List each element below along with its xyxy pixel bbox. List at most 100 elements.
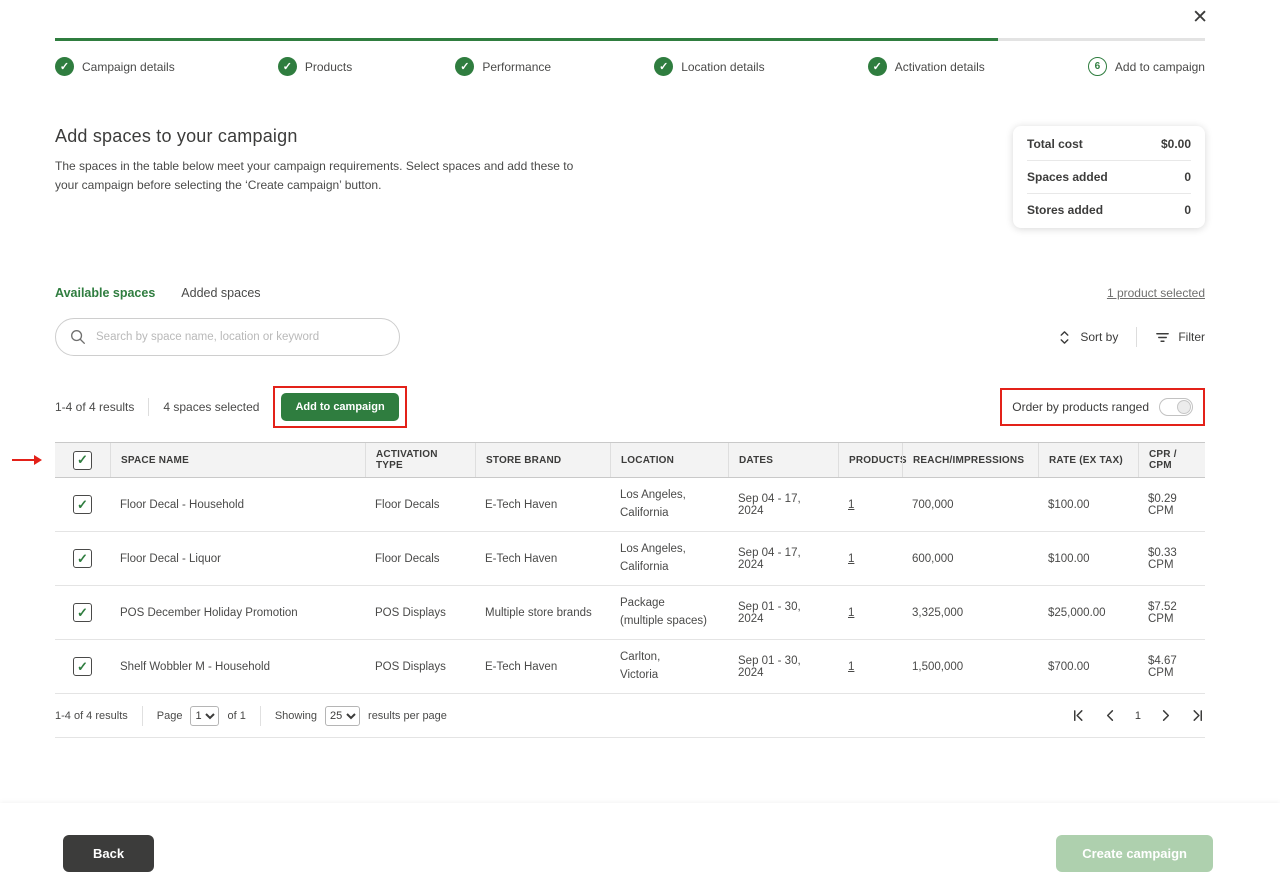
reach-impressions: 600,000 <box>902 553 1038 565</box>
row-checkbox[interactable]: ✓ <box>73 657 92 676</box>
results-per-page-select[interactable]: 25 <box>325 706 360 726</box>
products-link[interactable]: 1 <box>848 499 854 511</box>
search-icon <box>70 329 86 345</box>
close-icon[interactable]: ✕ <box>1192 8 1208 27</box>
rate-ex-tax: $100.00 <box>1038 553 1138 565</box>
row-checkbox[interactable]: ✓ <box>73 495 92 514</box>
next-page-icon[interactable] <box>1158 708 1173 723</box>
modal-footer: Back Create campaign <box>0 803 1280 888</box>
filter-icon <box>1155 330 1170 345</box>
step-products[interactable]: ✓ Products <box>278 57 352 76</box>
cost-summary-card: Total cost $0.00 Spaces added 0 Stores a… <box>1013 126 1205 228</box>
space-name: POS December Holiday Promotion <box>110 607 365 619</box>
tab-added-spaces[interactable]: Added spaces <box>181 286 260 300</box>
step-complete-icon: ✓ <box>278 57 297 76</box>
reach-impressions: 1,500,000 <box>902 661 1038 673</box>
step-complete-icon: ✓ <box>55 57 74 76</box>
last-page-icon[interactable] <box>1190 708 1205 723</box>
column-header-space-name[interactable]: SPACE NAME <box>110 443 365 477</box>
summary-label: Spaces added <box>1027 170 1108 184</box>
step-activation-details[interactable]: ✓ Activation details <box>868 57 985 76</box>
pagination-results-count: 1-4 of 4 results <box>55 710 128 722</box>
column-header-dates[interactable]: DATES <box>728 443 838 477</box>
wizard-progress-fill <box>55 38 998 41</box>
annotation-box-add-to-campaign: Add to campaign <box>273 386 406 428</box>
annotation-box-order-toggle: Order by products ranged <box>1000 388 1205 426</box>
cpr-cpm: $7.52 CPM <box>1138 601 1205 625</box>
sort-icon <box>1057 330 1072 345</box>
reach-impressions: 3,325,000 <box>902 607 1038 619</box>
location: Package(multiple spaces) <box>610 595 728 630</box>
page-title: Add spaces to your campaign <box>55 126 580 147</box>
dates: Sep 01 - 30, 2024 <box>728 655 838 679</box>
products-link[interactable]: 1 <box>848 553 854 565</box>
cpr-cpm: $4.67 CPM <box>1138 655 1205 679</box>
table-row: ✓ Floor Decal - Household Floor Decals E… <box>55 478 1205 532</box>
summary-total-cost: Total cost $0.00 <box>1027 128 1191 161</box>
back-button[interactable]: Back <box>63 835 154 872</box>
showing-label: Showing <box>275 710 317 722</box>
order-by-products-ranged-toggle[interactable] <box>1159 398 1193 416</box>
results-count: 1-4 of 4 results <box>55 400 134 414</box>
filter-label: Filter <box>1178 330 1205 344</box>
order-by-products-ranged-label: Order by products ranged <box>1012 400 1149 414</box>
results-divider <box>148 398 149 416</box>
sort-by-button[interactable]: Sort by <box>1057 330 1118 345</box>
spaces-tabs: Available spaces Added spaces <box>55 286 261 300</box>
step-location-details[interactable]: ✓ Location details <box>654 57 764 76</box>
activation-type: Floor Decals <box>365 499 475 511</box>
dates: Sep 04 - 17, 2024 <box>728 493 838 517</box>
column-header-products[interactable]: PRODUCTS <box>838 443 902 477</box>
select-all-checkbox[interactable]: ✓ <box>73 451 92 470</box>
step-label: Performance <box>482 60 551 74</box>
products-link[interactable]: 1 <box>848 661 854 673</box>
create-campaign-button[interactable]: Create campaign <box>1056 835 1213 872</box>
column-header-activation-type[interactable]: ACTIVATION TYPE <box>365 443 475 477</box>
row-checkbox[interactable]: ✓ <box>73 603 92 622</box>
summary-stores-added: Stores added 0 <box>1027 194 1191 226</box>
table-header-row: ✓ SPACE NAME ACTIVATION TYPE STORE BRAND… <box>55 442 1205 478</box>
reach-impressions: 700,000 <box>902 499 1038 511</box>
step-complete-icon: ✓ <box>654 57 673 76</box>
step-campaign-details[interactable]: ✓ Campaign details <box>55 57 175 76</box>
cpr-cpm: $0.29 CPM <box>1138 493 1205 517</box>
previous-page-icon[interactable] <box>1103 708 1118 723</box>
column-header-cpr-cpm[interactable]: CPR / CPM <box>1138 443 1205 477</box>
page-header: Add spaces to your campaign The spaces i… <box>55 126 580 194</box>
add-to-campaign-button[interactable]: Add to campaign <box>281 393 398 421</box>
summary-spaces-added: Spaces added 0 <box>1027 161 1191 194</box>
space-name: Floor Decal - Household <box>110 499 365 511</box>
activation-type: Floor Decals <box>365 553 475 565</box>
step-add-to-campaign[interactable]: 6 Add to campaign <box>1088 57 1205 76</box>
product-selected-link[interactable]: 1 product selected <box>1107 286 1205 300</box>
dates: Sep 04 - 17, 2024 <box>728 547 838 571</box>
products-link[interactable]: 1 <box>848 607 854 619</box>
page-description: The spaces in the table below meet your … <box>55 157 580 194</box>
page-select[interactable]: 1 <box>190 706 219 726</box>
filter-button[interactable]: Filter <box>1155 330 1205 345</box>
first-page-icon[interactable] <box>1071 708 1086 723</box>
column-header-store-brand[interactable]: STORE BRAND <box>475 443 610 477</box>
page-label: Page <box>157 710 183 722</box>
table-row: ✓ POS December Holiday Promotion POS Dis… <box>55 586 1205 640</box>
annotation-arrow-select-all <box>12 455 42 465</box>
step-label: Campaign details <box>82 60 175 74</box>
search-input[interactable] <box>96 331 385 343</box>
row-checkbox[interactable]: ✓ <box>73 549 92 568</box>
location: Carlton,Victoria <box>610 649 728 684</box>
step-complete-icon: ✓ <box>868 57 887 76</box>
dates: Sep 01 - 30, 2024 <box>728 601 838 625</box>
column-header-rate-ex-tax[interactable]: RATE (EX TAX) <box>1038 443 1138 477</box>
toggle-knob <box>1177 400 1191 414</box>
activation-type: POS Displays <box>365 607 475 619</box>
table-row: ✓ Shelf Wobbler M - Household POS Displa… <box>55 640 1205 694</box>
column-header-location[interactable]: LOCATION <box>610 443 728 477</box>
step-performance[interactable]: ✓ Performance <box>455 57 551 76</box>
step-number-icon: 6 <box>1088 57 1107 76</box>
tab-available-spaces[interactable]: Available spaces <box>55 286 155 300</box>
column-header-reach-impressions[interactable]: REACH/IMPRESSIONS <box>902 443 1038 477</box>
results-per-page-label: results per page <box>368 710 447 722</box>
activation-type: POS Displays <box>365 661 475 673</box>
store-brand: E-Tech Haven <box>475 661 610 673</box>
summary-value: $0.00 <box>1161 137 1191 151</box>
